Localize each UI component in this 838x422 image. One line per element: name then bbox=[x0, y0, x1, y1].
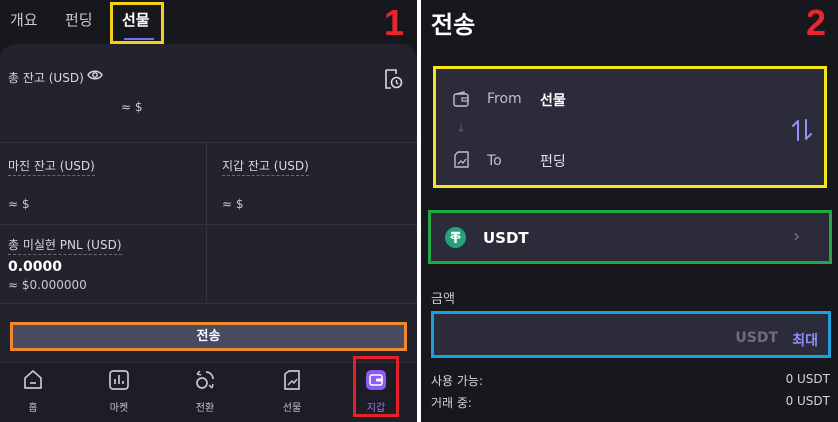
market-chart-icon bbox=[109, 370, 129, 390]
home-icon bbox=[24, 370, 42, 389]
available-value: 0 USDT bbox=[785, 372, 830, 386]
margin-balance-label: 마진 잔고 (USD) bbox=[8, 157, 95, 176]
margin-balance-value: ≈ $ bbox=[8, 197, 30, 211]
wallet-tabs: 개요 펀딩 선물 bbox=[0, 0, 417, 44]
wallet-nav-highlight bbox=[353, 356, 399, 417]
transfer-screen: 전송 2 From 선물 ↓ To 펀딩 USDT › 금액 USDT 최대 사… bbox=[421, 0, 838, 422]
futures-wallet-screen: 개요 펀딩 선물 1 총 잔고 (USD) ≈ $ 마진 잔고 (USD) ≈ … bbox=[0, 0, 417, 422]
tab-overview[interactable]: 개요 bbox=[10, 9, 38, 30]
nav-market[interactable]: 마켓 bbox=[91, 369, 147, 414]
history-icon[interactable] bbox=[383, 69, 403, 91]
from-label: From bbox=[487, 91, 522, 107]
in-trade-label: 거래 중: bbox=[431, 396, 472, 410]
nav-home-label: 홈 bbox=[28, 403, 38, 414]
chevron-right-icon: › bbox=[793, 226, 801, 247]
amount-label: 금액 bbox=[431, 292, 455, 307]
unrealized-pnl-value: 0.0000 bbox=[8, 259, 63, 275]
divider bbox=[206, 142, 207, 303]
to-label: To bbox=[487, 153, 502, 169]
from-to-selector: From 선물 ↓ To 펀딩 bbox=[433, 66, 827, 188]
step-number-1: 1 bbox=[384, 2, 405, 43]
unrealized-pnl-usd: ≈ $0.000000 bbox=[8, 278, 87, 292]
to-value[interactable]: 펀딩 bbox=[540, 151, 566, 171]
divider bbox=[0, 303, 417, 304]
divider bbox=[0, 224, 417, 225]
in-trade-value: 0 USDT bbox=[785, 394, 830, 408]
step-number-2: 2 bbox=[806, 2, 827, 43]
page-title: 전송 bbox=[431, 11, 476, 39]
nav-market-label: 마켓 bbox=[109, 403, 129, 414]
total-balance-value: ≈ $ bbox=[121, 100, 143, 114]
futures-icon bbox=[454, 151, 469, 168]
nav-futures[interactable]: 선물 bbox=[264, 369, 320, 414]
tab-funding[interactable]: 펀딩 bbox=[65, 9, 93, 30]
wallet-balance-label: 지갑 잔고 (USD) bbox=[222, 157, 309, 176]
wallet-balance-value: ≈ $ bbox=[222, 197, 244, 211]
convert-icon bbox=[196, 370, 214, 389]
total-balance-label: 총 잔고 (USD) bbox=[8, 71, 84, 85]
amount-input[interactable]: USDT 최대 bbox=[431, 311, 831, 358]
coin-name: USDT bbox=[483, 229, 529, 247]
wallet-icon bbox=[453, 91, 469, 107]
nav-convert-label: 전환 bbox=[195, 403, 215, 414]
divider bbox=[0, 142, 417, 143]
max-button[interactable]: 최대 bbox=[792, 330, 818, 350]
nav-home[interactable]: 홈 bbox=[5, 369, 61, 414]
unrealized-pnl-label: 총 미실현 PNL (USD) bbox=[8, 236, 122, 255]
futures-icon bbox=[284, 370, 300, 390]
eye-icon[interactable] bbox=[87, 69, 103, 81]
tether-usdt-icon bbox=[445, 227, 466, 248]
transfer-button[interactable]: 전송 bbox=[10, 322, 407, 351]
nav-futures-label: 선물 bbox=[282, 403, 302, 414]
futures-tab-highlight bbox=[110, 2, 164, 44]
nav-convert[interactable]: 전환 bbox=[177, 369, 233, 414]
available-label: 사용 가능: bbox=[431, 374, 484, 388]
coin-selector[interactable]: USDT › bbox=[428, 210, 832, 264]
swap-arrows-icon[interactable] bbox=[791, 118, 813, 142]
from-value[interactable]: 선물 bbox=[540, 90, 566, 110]
arrow-down-icon: ↓ bbox=[456, 121, 467, 135]
amount-unit: USDT bbox=[735, 330, 778, 346]
